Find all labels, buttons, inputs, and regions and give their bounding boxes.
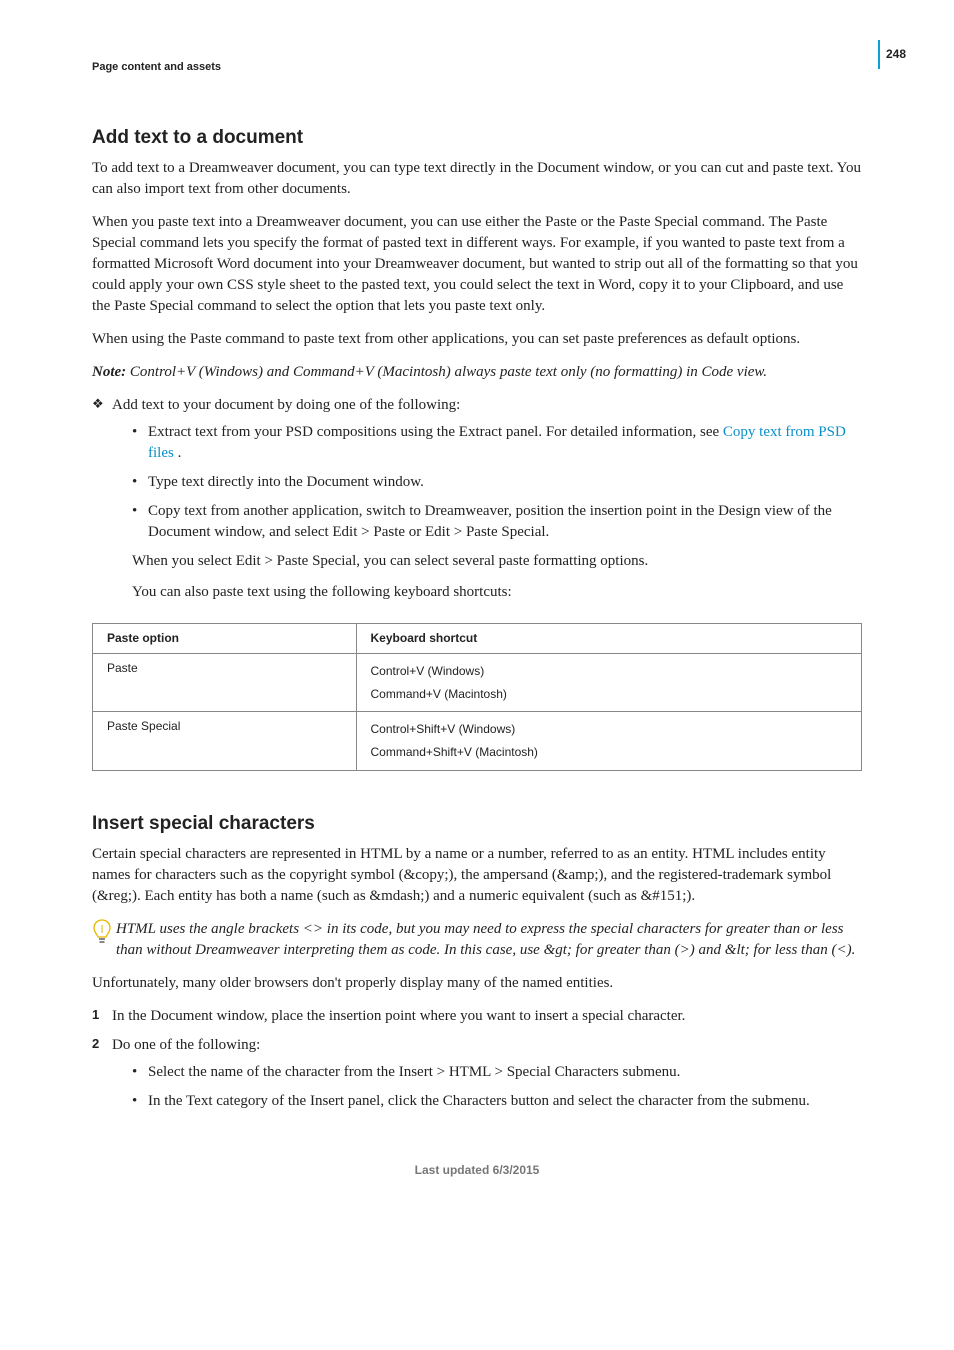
- tip-block: HTML uses the angle brackets <> in its c…: [92, 919, 862, 961]
- note-text: Control+V (Windows) and Command+V (Macin…: [126, 364, 767, 380]
- lightbulb-icon: [92, 919, 112, 947]
- shortcut-line: Control+Shift+V (Windows): [371, 718, 847, 741]
- paragraph: When you paste text into a Dreamweaver d…: [92, 212, 862, 317]
- note-label: Note:: [92, 364, 126, 380]
- diamond-list: Add text to your document by doing one o…: [92, 395, 862, 603]
- step-item: In the Document window, place the insert…: [92, 1006, 862, 1027]
- text: .: [174, 445, 182, 461]
- bullet-list: Extract text from your PSD compositions …: [132, 422, 862, 543]
- table-cell: Paste: [93, 653, 357, 712]
- shortcut-table: Paste option Keyboard shortcut Paste Con…: [92, 623, 862, 771]
- heading-special-characters: Insert special characters: [92, 811, 862, 838]
- bullet-item: Select the name of the character from th…: [132, 1062, 862, 1083]
- heading-add-text: Add text to a document: [92, 125, 862, 152]
- page-number-box: 248: [878, 40, 912, 69]
- text: Extract text from your PSD compositions …: [148, 424, 723, 440]
- subtext: You can also paste text using the follow…: [132, 582, 862, 603]
- table-row: Paste Control+V (Windows) Command+V (Mac…: [93, 653, 862, 712]
- paragraph: When using the Paste command to paste te…: [92, 329, 862, 350]
- table-header: Paste option: [93, 623, 357, 653]
- table-cell: Paste Special: [93, 712, 357, 771]
- step-item: Do one of the following: Select the name…: [92, 1035, 862, 1112]
- step-text: Do one of the following:: [112, 1037, 260, 1053]
- table-row: Paste Special Control+Shift+V (Windows) …: [93, 712, 862, 771]
- table-cell: Control+Shift+V (Windows) Command+Shift+…: [356, 712, 861, 771]
- bullet-item: Extract text from your PSD compositions …: [132, 422, 862, 464]
- table-cell: Control+V (Windows) Command+V (Macintosh…: [356, 653, 861, 712]
- paragraph: Certain special characters are represent…: [92, 844, 862, 907]
- bullet-item: In the Text category of the Insert panel…: [132, 1091, 862, 1112]
- paragraph: Unfortunately, many older browsers don't…: [92, 973, 862, 994]
- note-paragraph: Note: Control+V (Windows) and Command+V …: [92, 362, 862, 383]
- tip-text: HTML uses the angle brackets <> in its c…: [116, 921, 855, 958]
- shortcut-line: Command+V (Macintosh): [371, 683, 847, 706]
- footer-updated: Last updated 6/3/2015: [92, 1162, 862, 1179]
- running-head: Page content and assets: [92, 60, 862, 75]
- steps-list: In the Document window, place the insert…: [92, 1006, 862, 1112]
- table-header: Keyboard shortcut: [356, 623, 861, 653]
- diamond-item: Add text to your document by doing one o…: [92, 395, 862, 603]
- page-number: 248: [886, 47, 906, 61]
- shortcut-line: Control+V (Windows): [371, 660, 847, 683]
- subtext: When you select Edit > Paste Special, yo…: [132, 551, 862, 572]
- shortcut-line: Command+Shift+V (Macintosh): [371, 741, 847, 764]
- diamond-text: Add text to your document by doing one o…: [112, 397, 460, 413]
- bullet-item: Copy text from another application, swit…: [132, 501, 862, 543]
- bullet-item: Type text directly into the Document win…: [132, 472, 862, 493]
- paragraph: To add text to a Dreamweaver document, y…: [92, 158, 862, 200]
- bullet-list: Select the name of the character from th…: [132, 1062, 862, 1112]
